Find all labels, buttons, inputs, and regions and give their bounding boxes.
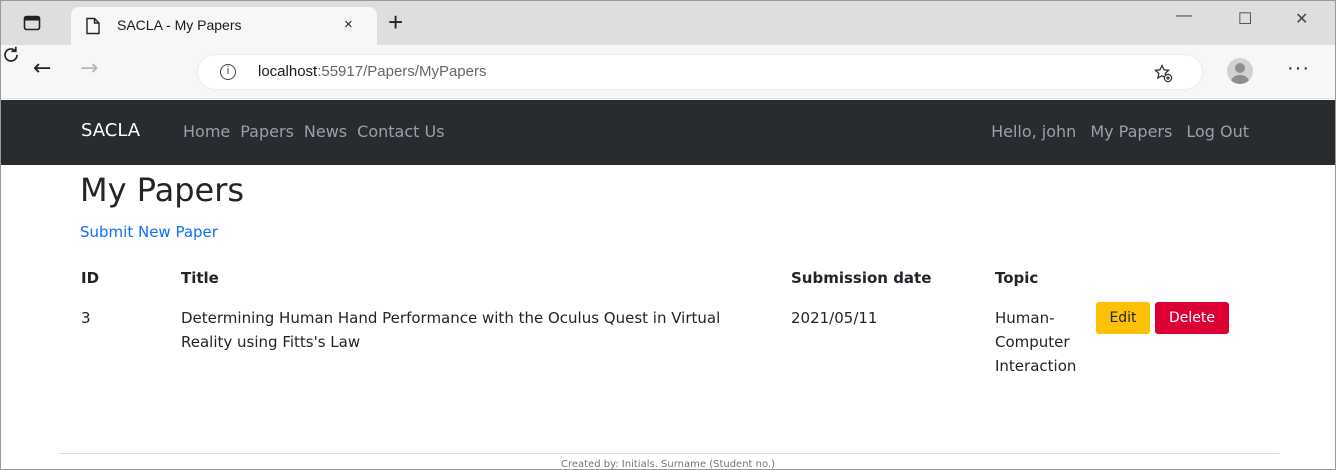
more-options-icon[interactable]: ··· bbox=[1287, 57, 1310, 80]
address-bar[interactable]: i localhost:55917/Papers/MyPapers bbox=[197, 54, 1203, 90]
browser-tab[interactable]: SACLA - My Papers × bbox=[71, 7, 377, 45]
site-navbar: SACLA Home Papers News Contact Us Hello,… bbox=[1, 100, 1335, 165]
profile-body-shape bbox=[1231, 75, 1249, 84]
favorites-add-icon[interactable] bbox=[1153, 63, 1173, 83]
info-icon[interactable]: i bbox=[220, 64, 236, 80]
nav-link-news[interactable]: News bbox=[304, 122, 347, 141]
nav-user-links: Hello, john My Papers Log Out bbox=[991, 122, 1249, 141]
browser-toolbar: ← → i localhost:55917/Papers/MyPapers ··… bbox=[1, 45, 1335, 99]
url-host: localhost bbox=[258, 63, 318, 80]
column-header-submission-date: Submission date bbox=[791, 269, 932, 287]
page-icon bbox=[86, 17, 100, 35]
back-button[interactable]: ← bbox=[33, 57, 51, 81]
new-tab-button[interactable]: + bbox=[388, 9, 403, 35]
minimize-button[interactable]: — bbox=[1176, 7, 1192, 25]
cell-id: 3 bbox=[81, 309, 91, 327]
column-header-topic: Topic bbox=[995, 269, 1039, 287]
tab-close-icon[interactable]: × bbox=[344, 16, 353, 33]
cell-submission-date: 2021/05/11 bbox=[791, 309, 878, 327]
cell-topic: Human-Computer Interaction bbox=[995, 309, 1077, 375]
nav-greeting[interactable]: Hello, john bbox=[991, 122, 1076, 141]
nav-links: Home Papers News Contact Us bbox=[183, 122, 445, 141]
footer-divider bbox=[59, 453, 1279, 454]
nav-link-papers[interactable]: Papers bbox=[240, 122, 294, 141]
window-icon[interactable] bbox=[23, 14, 41, 32]
delete-button[interactable]: Delete bbox=[1155, 302, 1229, 334]
profile-avatar-icon[interactable] bbox=[1227, 58, 1253, 84]
url-text[interactable]: localhost:55917/Papers/MyPapers bbox=[258, 63, 486, 80]
tab-strip: SACLA - My Papers × + — ☐ ✕ bbox=[1, 1, 1335, 45]
url-path: :55917/Papers/MyPapers bbox=[317, 63, 487, 80]
nav-link-log-out[interactable]: Log Out bbox=[1186, 122, 1249, 141]
site-brand[interactable]: SACLA bbox=[81, 120, 140, 141]
nav-link-my-papers[interactable]: My Papers bbox=[1090, 122, 1172, 141]
column-header-id: ID bbox=[81, 269, 100, 287]
nav-link-home[interactable]: Home bbox=[183, 122, 230, 141]
page-title: My Papers bbox=[80, 171, 245, 209]
maximize-button[interactable]: ☐ bbox=[1238, 9, 1252, 29]
browser-window: SACLA - My Papers × + — ☐ ✕ ← → i localh… bbox=[0, 0, 1336, 470]
reload-icon[interactable] bbox=[1, 45, 21, 65]
close-window-button[interactable]: ✕ bbox=[1295, 9, 1308, 29]
footer-text: Created by: Initials. Surname (Student n… bbox=[560, 459, 776, 470]
profile-head-shape bbox=[1235, 63, 1245, 73]
cell-title: Determining Human Hand Performance with … bbox=[181, 309, 721, 351]
forward-button[interactable]: → bbox=[80, 57, 98, 81]
tab-title: SACLA - My Papers bbox=[117, 17, 242, 33]
nav-link-contact-us[interactable]: Contact Us bbox=[357, 122, 444, 141]
submit-new-paper-link[interactable]: Submit New Paper bbox=[80, 223, 218, 241]
column-header-title: Title bbox=[181, 269, 219, 287]
edit-button[interactable]: Edit bbox=[1096, 302, 1150, 334]
